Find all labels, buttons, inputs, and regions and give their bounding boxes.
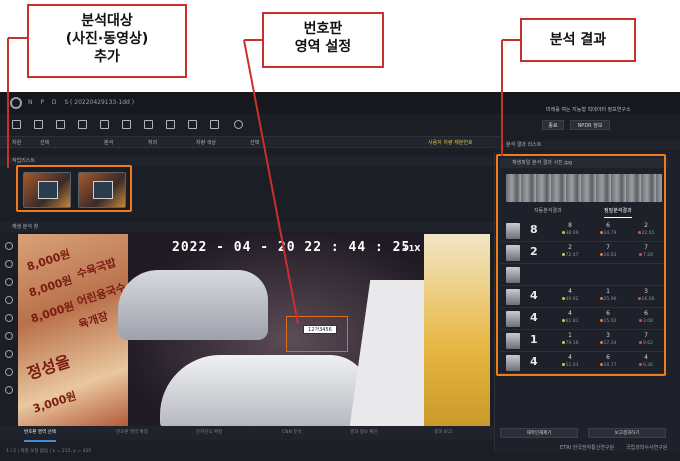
- filter-select-2[interactable]: 처리: [148, 137, 157, 149]
- filter-label-3: 차량 색상: [196, 140, 216, 146]
- org-nfs: 국립과학수사연구원: [626, 445, 668, 451]
- sign-text: 육개장: [76, 309, 110, 332]
- callout-add-source: 분석대상 (사진·동영상) 추가: [27, 4, 187, 78]
- callout-analysis-result-text: 분석 결과: [549, 32, 607, 48]
- org-etri: ETRI 한국전자통신연구원: [560, 445, 615, 451]
- restaurant-sign-left: 8,000원 수육국밥 8,000원 어린용국수 8,000원 육개장 정성을 …: [18, 234, 128, 426]
- open-folder-icon[interactable]: [34, 120, 43, 129]
- settings-tool-icon[interactable]: [5, 386, 13, 394]
- help-icon[interactable]: [234, 120, 243, 129]
- callout-analysis-result: 분석 결과: [520, 18, 636, 62]
- measure-tool-icon[interactable]: [5, 242, 13, 250]
- list-icon[interactable]: [210, 120, 219, 129]
- sign-text: 8,000원: [29, 299, 76, 326]
- callout-plate-region-text: 번호판 영역 설정: [294, 21, 352, 55]
- highlight-result-panel: [496, 154, 666, 376]
- sign-text: 수육국밥: [75, 256, 118, 281]
- video-icon[interactable]: [100, 120, 109, 129]
- exit-button[interactable]: 종료: [542, 120, 564, 130]
- rect-tool-icon[interactable]: [5, 296, 13, 304]
- step-1[interactable]: 번호판 영역 선택: [24, 426, 56, 442]
- toolbar: [0, 114, 500, 134]
- header-info: 미래를 여는 지능형 빅데이터 정보연구소: [546, 107, 631, 113]
- user-plate-input[interactable]: 사용자 차량 재분번호: [428, 137, 473, 149]
- app-logo-icon: [10, 97, 22, 109]
- filter-select-3[interactable]: 선택: [250, 137, 259, 149]
- car-silver: [118, 270, 268, 340]
- folder-icon[interactable]: [144, 120, 153, 129]
- sign-text: 3,000원: [31, 389, 78, 416]
- filter-label-2: 분석: [104, 140, 114, 146]
- workflow-steps: 번호판 영역 선택 번호판 영역 확정 문자인식 확정 CNN 분석 결과 정보…: [0, 426, 496, 442]
- save-result-button[interactable]: 보고결과하기: [588, 428, 666, 438]
- image-icon[interactable]: [78, 120, 87, 129]
- new-icon[interactable]: [12, 120, 21, 129]
- layout-icon[interactable]: [188, 120, 197, 129]
- filter-bar: 차원 선택 분석 처리 차량 색상 선택 사용자 차량 재분번호: [0, 136, 500, 148]
- car-white: [160, 355, 370, 430]
- sign-right: [424, 234, 490, 426]
- step-2[interactable]: 번호판 영역 확정: [116, 426, 148, 440]
- line-tool-icon[interactable]: [5, 314, 13, 322]
- zoom-tool-icon[interactable]: [5, 278, 13, 286]
- filter-label-1: 차원: [12, 140, 22, 146]
- step-4[interactable]: CNN 분석: [282, 426, 302, 440]
- plate-selection-box[interactable]: [286, 316, 348, 352]
- step-6[interactable]: 결과 보고: [434, 426, 452, 440]
- step-3[interactable]: 문자인식 확정: [196, 426, 222, 440]
- sign-text: 8,000원: [25, 247, 72, 274]
- sign-text: 8,000원: [27, 273, 74, 300]
- result-list-header: 분석 결과 리스트: [494, 140, 680, 150]
- sign-text: 정성을: [24, 351, 73, 384]
- grid-icon[interactable]: [166, 120, 175, 129]
- save-icon[interactable]: [56, 120, 65, 129]
- crop-tool-icon[interactable]: [5, 260, 13, 268]
- report-button[interactable]: 재학인재제기: [500, 428, 578, 438]
- playback-speed: +1X: [402, 244, 421, 253]
- callout-add-source-text: 분석대상 (사진·동영상) 추가: [65, 13, 149, 65]
- document-name: ( 20220429133-1dd ): [70, 99, 135, 106]
- left-tool-rail: [0, 236, 18, 426]
- screen-icon[interactable]: [122, 120, 131, 129]
- adjust-tool-icon[interactable]: [5, 332, 13, 340]
- app-name: N P D S: [28, 99, 72, 106]
- undo-tool-icon[interactable]: [5, 350, 13, 358]
- video-view-header: 재생 분석 창: [0, 222, 494, 232]
- highlight-file-list: [16, 165, 132, 212]
- rotate-tool-icon[interactable]: [5, 368, 13, 376]
- figure: N P D S ( 20220429133-1dd ) 미래를 여는 지능형 빅…: [0, 0, 680, 461]
- info-button[interactable]: NPDR 정보: [570, 120, 610, 130]
- video-timestamp: 2022 - 04 - 20 22 : 44 : 25: [172, 240, 411, 255]
- callout-plate-region: 번호판 영역 설정: [262, 12, 384, 68]
- filter-select-1[interactable]: 선택: [40, 137, 49, 149]
- step-5[interactable]: 결과 정보 확인: [350, 426, 378, 440]
